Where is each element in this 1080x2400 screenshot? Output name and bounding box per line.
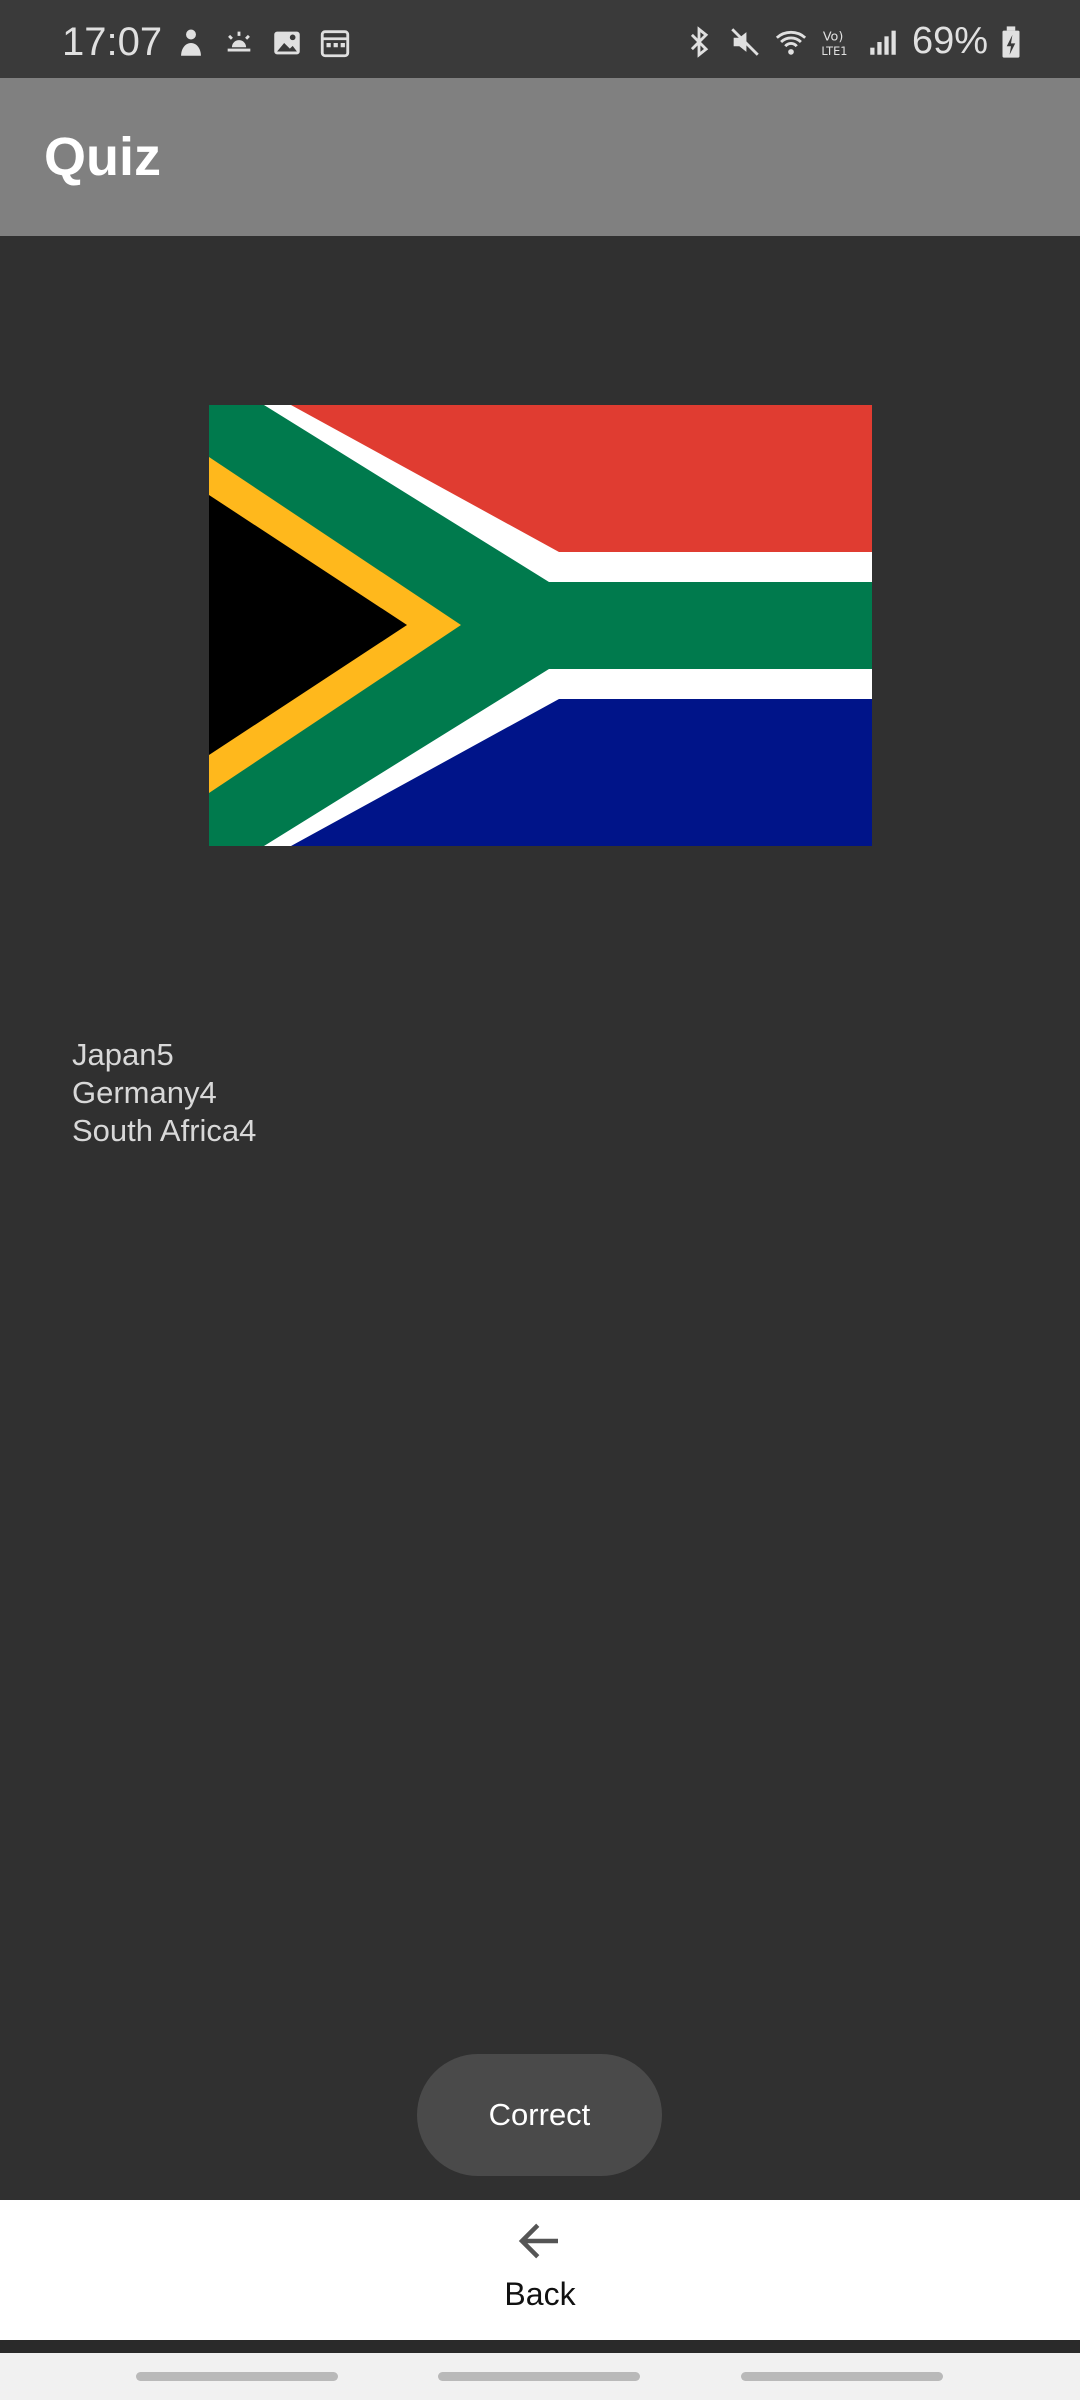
battery-icon [1000,25,1022,59]
bluetooth-icon [682,25,716,59]
status-left-icons [174,26,352,60]
gallery-icon [270,26,304,60]
status-bar: 17:07 Vo) LTE1 69% [0,0,1080,78]
score-item: Japan5 [72,1037,174,1072]
mute-icon [728,25,762,59]
signal-icon [866,25,900,59]
toast-text: Correct [488,2097,591,2132]
volte-icon: Vo) LTE1 [820,25,854,59]
back-gesture[interactable] [741,2372,943,2381]
toast-message: Correct [417,2054,662,2176]
app-bar: Quiz [0,78,1080,236]
back-label: Back [504,2276,576,2312]
back-button[interactable]: Back [440,2214,640,2334]
wifi-icon [774,25,808,59]
calendar-icon [318,26,352,60]
arrow-left-icon [513,2214,567,2268]
score-list: Japan5 Germany4 South Africa4 [72,1036,256,1150]
weather-icon [222,26,256,60]
svg-text:LTE1: LTE1 [821,43,847,57]
recent-apps-gesture[interactable] [136,2372,338,2381]
battery-percent: 69% [911,20,988,62]
home-gesture[interactable] [438,2372,640,2381]
svg-text:Vo): Vo) [823,29,844,44]
bottom-nav: Back [0,2200,1080,2340]
score-item: Germany4 [72,1075,217,1110]
score-item: South Africa4 [72,1113,257,1148]
status-right-icons: Vo) LTE1 69% [682,20,1022,63]
status-time: 17:07 [62,20,163,64]
notification-person-icon [174,26,208,60]
south-africa-flag [209,405,872,846]
page-title: Quiz [44,127,161,187]
